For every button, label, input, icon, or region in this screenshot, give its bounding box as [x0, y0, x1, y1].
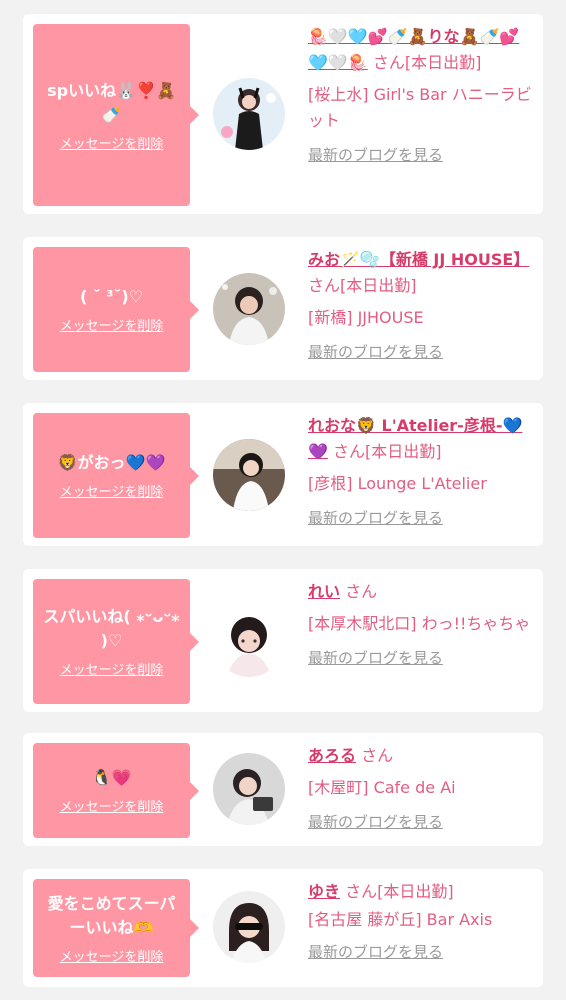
message-text: 愛をこめてスーパーいいね🫶: [47, 893, 176, 937]
message-card: スパいいね( ⁎ᵕᴗᵕ⁎ )♡ メッセージを削除 れい さん [本厚木駅北口] …: [23, 569, 543, 712]
honorific: さん: [345, 882, 378, 901]
honorific: さん: [372, 53, 405, 72]
cast-name-link[interactable]: れい: [308, 582, 340, 601]
attendance-status: [本日出勤]: [377, 882, 454, 901]
delete-message-link[interactable]: メッセージを削除: [60, 133, 164, 152]
avatar[interactable]: [213, 78, 285, 150]
avatar[interactable]: [213, 891, 285, 963]
message-bubble: 🐧💗 メッセージを削除: [33, 743, 199, 838]
latest-blog-link[interactable]: 最新のブログを見る: [308, 507, 443, 528]
message-list: spいいね🐰❣️🧸🍼 メッセージを削除 🪼🤍🩵💕🍼🧸りな🧸🍼💕🩵🤍🪼 さん[本日…: [0, 0, 566, 1000]
shop-info: [名古屋 藤が丘] Bar Axis: [308, 910, 493, 929]
cast-info: 🪼🤍🩵💕🍼🧸りな🧸🍼💕🩵🤍🪼 さん[本日出勤] [桜上水] Girl's Bar…: [308, 24, 536, 165]
cast-name-link[interactable]: あろる: [308, 746, 356, 765]
cast-info: あろる さん [木屋町] Cafe de Ai 最新のブログを見る: [308, 743, 536, 832]
honorific: さん: [333, 442, 366, 461]
avatar[interactable]: [213, 273, 285, 345]
delete-message-link[interactable]: メッセージを削除: [60, 481, 164, 500]
message-card: 🦁がおっ💙💜 メッセージを削除 れおな🦁 L'Atelier-彦根-💙💜 さん[…: [23, 403, 543, 546]
delete-message-link[interactable]: メッセージを削除: [60, 796, 164, 815]
message-card: 愛をこめてスーパーいいね🫶 メッセージを削除 ゆき さん[本日出勤] [名古屋 …: [23, 869, 543, 987]
message-text: 🦁がおっ💙💜: [57, 453, 166, 472]
honorific: さん: [308, 276, 341, 295]
cast-info: ゆき さん[本日出勤] [名古屋 藤が丘] Bar Axis 最新のブログを見る: [308, 879, 536, 962]
attendance-status: [本日出勤]: [404, 53, 482, 72]
latest-blog-link[interactable]: 最新のブログを見る: [308, 647, 443, 668]
latest-blog-link[interactable]: 最新のブログを見る: [308, 811, 443, 832]
shop-info: [桜上水] Girl's Bar ハニーラビット: [308, 85, 532, 130]
latest-blog-link[interactable]: 最新のブログを見る: [308, 144, 443, 165]
cast-name-link[interactable]: みお🪄🫧【新橋 JJ HOUSE】: [308, 250, 529, 269]
message-bubble: spいいね🐰❣️🧸🍼 メッセージを削除: [33, 24, 199, 206]
latest-blog-link[interactable]: 最新のブログを見る: [308, 341, 443, 362]
message-card: spいいね🐰❣️🧸🍼 メッセージを削除 🪼🤍🩵💕🍼🧸りな🧸🍼💕🩵🤍🪼 さん[本日…: [23, 14, 543, 214]
shop-info: [木屋町] Cafe de Ai: [308, 778, 456, 797]
shop-info: [彦根] Lounge L'Atelier: [308, 474, 487, 493]
message-card: ( ˘ ³˘)♡ メッセージを削除 みお🪄🫧【新橋 JJ HOUSE】 さん[本…: [23, 237, 543, 380]
message-card: 🐧💗 メッセージを削除 あろる さん [木屋町] Cafe de Ai 最新のブ…: [23, 733, 543, 846]
honorific: さん: [361, 746, 394, 765]
cast-info: みお🪄🫧【新橋 JJ HOUSE】 さん[本日出勤] [新橋] JJHOUSE …: [308, 247, 536, 362]
avatar[interactable]: [213, 439, 285, 511]
attendance-status: [本日出勤]: [340, 276, 417, 295]
attendance-status: [本日出勤]: [365, 442, 442, 461]
avatar[interactable]: [213, 605, 285, 677]
latest-blog-link[interactable]: 最新のブログを見る: [308, 941, 443, 962]
message-text: ( ˘ ³˘)♡: [79, 287, 144, 306]
delete-message-link[interactable]: メッセージを削除: [60, 315, 164, 334]
message-bubble: 🦁がおっ💙💜 メッセージを削除: [33, 413, 199, 538]
avatar[interactable]: [213, 753, 285, 825]
shop-info: [本厚木駅北口] わっ!!ちゃちゃ: [308, 614, 531, 633]
message-bubble: 愛をこめてスーパーいいね🫶 メッセージを削除: [33, 879, 199, 977]
cast-info: れい さん [本厚木駅北口] わっ!!ちゃちゃ 最新のブログを見る: [308, 579, 536, 668]
cast-name-link[interactable]: ゆき: [308, 882, 340, 901]
message-text: スパいいね( ⁎ᵕᴗᵕ⁎ )♡: [43, 607, 180, 650]
message-text: spいいね🐰❣️🧸🍼: [47, 80, 176, 124]
message-bubble: スパいいね( ⁎ᵕᴗᵕ⁎ )♡ メッセージを削除: [33, 579, 199, 704]
message-bubble: ( ˘ ³˘)♡ メッセージを削除: [33, 247, 199, 372]
message-text: 🐧💗: [91, 768, 132, 787]
cast-info: れおな🦁 L'Atelier-彦根-💙💜 さん[本日出勤] [彦根] Loung…: [308, 413, 536, 528]
delete-message-link[interactable]: メッセージを削除: [60, 659, 164, 678]
delete-message-link[interactable]: メッセージを削除: [60, 946, 164, 965]
honorific: さん: [345, 582, 378, 601]
shop-info: [新橋] JJHOUSE: [308, 308, 424, 327]
